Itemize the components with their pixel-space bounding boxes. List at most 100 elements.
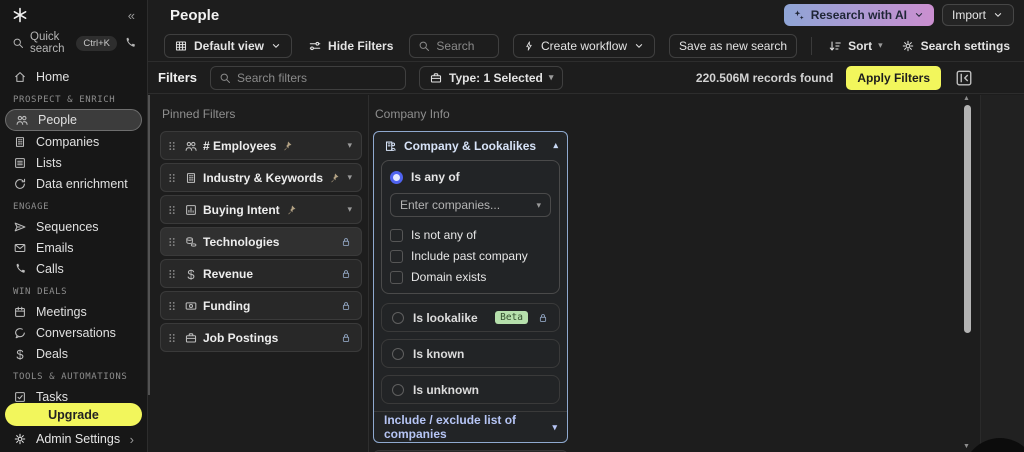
filter-row-revenue[interactable]: $ Revenue — [160, 259, 362, 288]
panel-resize-handle[interactable] — [148, 95, 150, 395]
filter-row-employees[interactable]: # Employees ▾ — [160, 131, 362, 160]
sidebar-item-meetings[interactable]: Meetings — [0, 301, 147, 322]
triangle-up-icon: ▴ — [553, 140, 558, 151]
sidebar-item-conversations[interactable]: Conversations — [0, 322, 147, 343]
drag-handle-icon[interactable] — [165, 235, 179, 249]
search-icon — [12, 37, 24, 49]
lock-icon — [340, 236, 352, 248]
apply-filters-button[interactable]: Apply Filters — [846, 66, 941, 90]
research-with-ai-button[interactable]: Research with AI — [784, 4, 934, 26]
drag-handle-icon[interactable] — [165, 267, 179, 281]
radio-unselected-icon[interactable] — [392, 312, 404, 324]
is-any-of-option[interactable]: Is any of — [390, 170, 551, 184]
include-past-company-checkbox[interactable]: Include past company — [390, 249, 551, 263]
quick-search[interactable]: Quick search Ctrl+K — [0, 30, 147, 56]
chart-square-icon — [184, 203, 198, 217]
save-as-new-search-button[interactable]: Save as new search — [669, 34, 797, 58]
sidebar-item-label: Admin Settings — [36, 432, 120, 446]
sidebar-item-home[interactable]: Home — [0, 66, 147, 87]
create-workflow-label: Create workflow — [541, 39, 627, 53]
phone-icon[interactable] — [123, 36, 137, 50]
sidebar-logo-row: « — [0, 0, 147, 30]
filter-label: Technologies — [203, 235, 279, 249]
industry-icon — [184, 171, 198, 185]
briefcase-icon — [429, 71, 443, 85]
sidebar-item-data-enrichment[interactable]: Data enrichment — [0, 173, 147, 194]
drag-handle-icon[interactable] — [165, 331, 179, 345]
drag-handle-icon[interactable] — [165, 203, 179, 217]
filter-row-industry-keywords[interactable]: Industry & Keywords ▾ — [160, 163, 362, 192]
drag-handle-icon[interactable] — [165, 171, 179, 185]
sidebar-collapse-button[interactable]: « — [128, 8, 135, 23]
search-filters-field[interactable] — [237, 71, 397, 85]
search-settings-button[interactable]: Search settings — [899, 34, 1012, 58]
search-filters-input[interactable] — [210, 66, 406, 90]
company-lookalikes-header[interactable]: Company & Lookalikes ▴ — [374, 132, 567, 159]
sort-button[interactable]: Sort ▾ — [826, 34, 885, 58]
table-grid-icon — [174, 39, 188, 53]
radio-unselected-icon[interactable] — [392, 384, 404, 396]
radio-selected-icon[interactable] — [390, 171, 403, 184]
sidebar-item-admin-settings[interactable]: Admin Settings › — [0, 426, 147, 452]
enter-companies-dropdown[interactable]: Enter companies... ▾ — [390, 193, 551, 217]
upgrade-button[interactable]: Upgrade — [5, 403, 142, 426]
is-not-any-of-checkbox[interactable]: Is not any of — [390, 228, 551, 242]
is-lookalike-option[interactable]: Is lookalike Beta — [381, 303, 560, 332]
company-info-column: Company Info Company & Lookalikes ▴ Is a… — [368, 95, 568, 452]
filter-label: Funding — [203, 299, 250, 313]
triangle-down-icon: ▾ — [552, 422, 557, 433]
sparkle-icon — [793, 9, 805, 21]
import-button[interactable]: Import — [942, 4, 1014, 26]
search-icon — [219, 72, 231, 84]
create-workflow-button[interactable]: Create workflow — [513, 34, 655, 58]
triangle-down-icon: ▾ — [347, 204, 352, 215]
scroll-up-arrow-icon[interactable]: ▲ — [963, 95, 970, 102]
filter-row-buying-intent[interactable]: Buying Intent ▾ — [160, 195, 362, 224]
table-search-input[interactable] — [409, 34, 499, 58]
radio-unselected-icon[interactable] — [392, 348, 404, 360]
checkbox-label: Include past company — [411, 249, 528, 263]
section-heading-prospect: PROSPECT & ENRICH — [0, 87, 147, 109]
filter-row-job-postings[interactable]: Job Postings — [160, 323, 362, 352]
is-known-option[interactable]: Is known — [381, 339, 560, 368]
filter-row-funding[interactable]: Funding — [160, 291, 362, 320]
sidebar-item-label: Home — [36, 70, 69, 84]
collapse-panel-icon[interactable] — [954, 68, 974, 88]
panel-scrollbar[interactable]: ▲ ▼ — [962, 95, 974, 452]
paper-plane-icon — [13, 220, 27, 234]
sidebar-item-deals[interactable]: $ Deals — [0, 343, 147, 364]
is-unknown-option[interactable]: Is unknown — [381, 375, 560, 404]
task-check-icon — [13, 390, 27, 404]
table-search-field[interactable] — [436, 39, 490, 53]
sidebar-item-lists[interactable]: Lists — [0, 152, 147, 173]
refresh-cycle-icon — [13, 177, 27, 191]
triangle-down-icon: ▾ — [536, 200, 541, 211]
drag-handle-icon[interactable] — [165, 139, 179, 153]
records-found-count: 220.506M records found — [696, 71, 833, 85]
checkbox-icon[interactable] — [390, 271, 403, 284]
search-icon — [418, 40, 430, 52]
filter-row-technologies[interactable]: Technologies — [160, 227, 362, 256]
hide-filters-button[interactable]: Hide Filters — [306, 34, 395, 58]
sidebar-item-companies[interactable]: Companies — [0, 131, 147, 152]
domain-exists-checkbox[interactable]: Domain exists — [390, 270, 551, 284]
include-exclude-list-toggle[interactable]: Include / exclude list of companies ▾ — [374, 411, 567, 442]
chevron-down-icon — [270, 40, 282, 52]
checkbox-icon[interactable] — [390, 229, 403, 242]
sort-icon — [828, 39, 842, 53]
sidebar-item-calls[interactable]: Calls — [0, 258, 147, 279]
sidebar-item-sequences[interactable]: Sequences — [0, 216, 147, 237]
sidebar-item-people[interactable]: People — [5, 109, 142, 131]
default-view-dropdown[interactable]: Default view — [164, 34, 292, 58]
main-area: People Research with AI Import Default v… — [148, 0, 1024, 452]
filters-panel-body: Pinned Filters # Employees ▾ Industry & … — [148, 95, 980, 452]
sidebar-item-emails[interactable]: Emails — [0, 237, 147, 258]
drag-handle-icon[interactable] — [165, 299, 179, 313]
type-selector-dropdown[interactable]: Type: 1 Selected ▾ — [419, 66, 563, 90]
company-lookalikes-card: Company & Lookalikes ▴ Is any of Enter c… — [373, 131, 568, 443]
chevron-down-icon — [992, 9, 1004, 21]
checkbox-icon[interactable] — [390, 250, 403, 263]
scroll-down-arrow-icon[interactable]: ▼ — [963, 443, 970, 450]
scrollbar-thumb[interactable] — [964, 105, 971, 333]
sliders-icon — [308, 39, 322, 53]
